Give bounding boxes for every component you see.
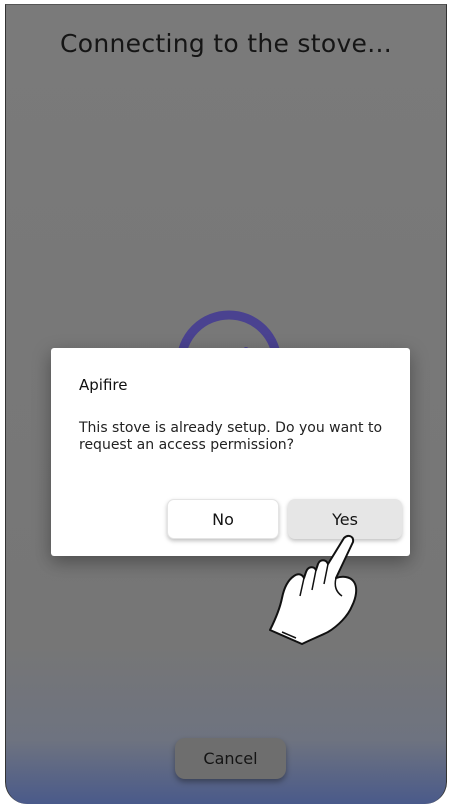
dialog-title: Apifire: [79, 376, 128, 394]
hand-pointer-icon: [269, 534, 358, 645]
permission-dialog: Apifire This stove is already setup. Do …: [51, 348, 410, 556]
dialog-message: This stove is already setup. Do you want…: [79, 420, 383, 453]
cancel-button[interactable]: Cancel: [175, 738, 286, 779]
page-title: Connecting to the stove...: [60, 29, 392, 58]
